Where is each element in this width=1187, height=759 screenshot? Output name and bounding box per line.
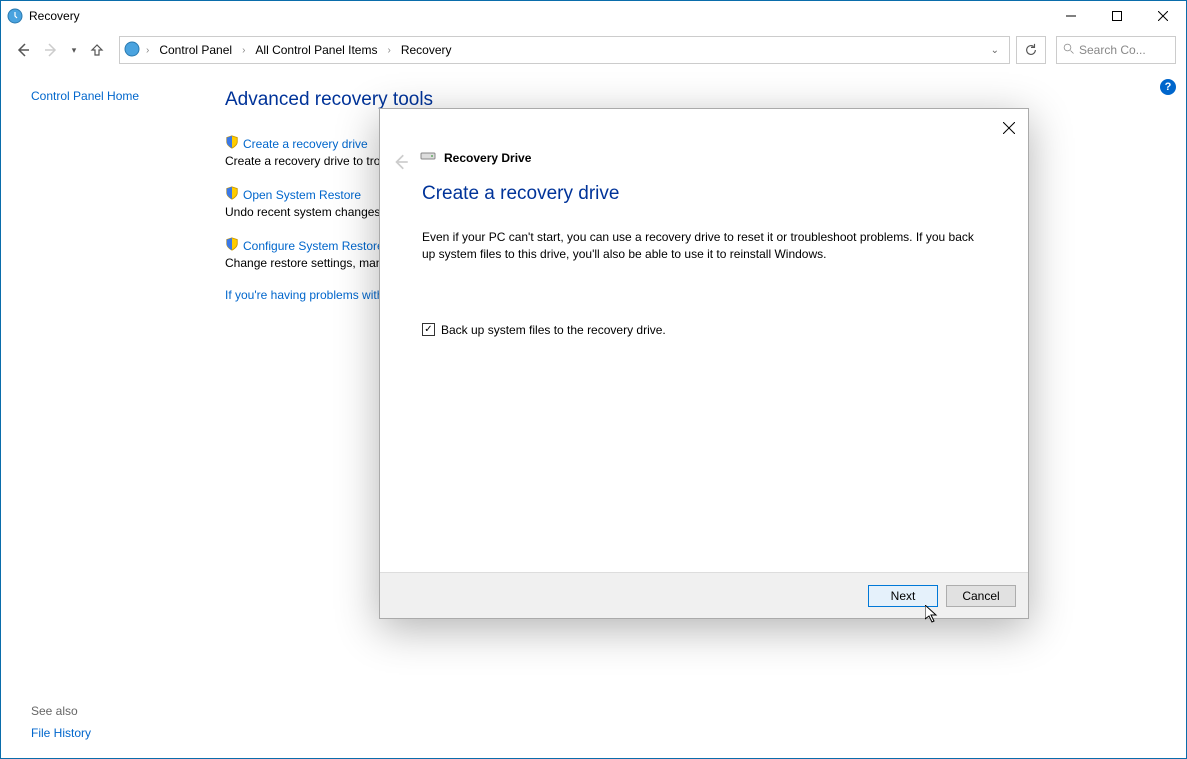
minimize-button[interactable]: [1048, 1, 1094, 31]
forward-button[interactable]: [39, 38, 63, 62]
close-button[interactable]: [1140, 1, 1186, 31]
search-input[interactable]: Search Co...: [1056, 36, 1176, 64]
dialog-back-button: [392, 153, 410, 176]
refresh-button[interactable]: [1016, 36, 1046, 64]
dialog-top: Recovery Drive: [380, 109, 1028, 159]
back-button[interactable]: [11, 38, 35, 62]
file-history-link[interactable]: File History: [31, 726, 91, 740]
dialog-header: Recovery Drive: [380, 149, 1028, 167]
chevron-right-icon: ›: [242, 45, 245, 56]
nav-bar: ▾ › Control Panel › All Control Panel It…: [1, 31, 1186, 69]
shield-icon: [225, 186, 239, 203]
breadcrumb-item[interactable]: Recovery: [397, 41, 456, 59]
address-bar[interactable]: › Control Panel › All Control Panel Item…: [119, 36, 1010, 64]
checkbox-label: Back up system files to the recovery dri…: [441, 323, 666, 337]
search-placeholder: Search Co...: [1079, 43, 1146, 57]
dialog-body: Create a recovery drive Even if your PC …: [380, 159, 1028, 572]
tool-link-label: Configure System Restore: [243, 239, 384, 253]
backup-checkbox[interactable]: ✓ Back up system files to the recovery d…: [422, 323, 986, 337]
drive-icon: [420, 149, 436, 167]
see-also-header: See also: [31, 704, 91, 718]
address-dropdown[interactable]: ⌄: [985, 45, 1005, 56]
sidebar: Control Panel Home: [1, 89, 211, 758]
cancel-button[interactable]: Cancel: [946, 585, 1016, 607]
recovery-icon: [124, 41, 140, 60]
breadcrumb-item[interactable]: Control Panel: [155, 41, 236, 59]
dialog-header-title: Recovery Drive: [444, 151, 531, 165]
shield-icon: [225, 135, 239, 152]
dialog-footer: Next Cancel: [380, 572, 1028, 618]
recent-dropdown[interactable]: ▾: [67, 38, 81, 62]
chevron-right-icon: ›: [146, 45, 149, 56]
breadcrumb-item[interactable]: All Control Panel Items: [251, 41, 381, 59]
help-icon[interactable]: ?: [1160, 79, 1176, 95]
tool-link-label: Open System Restore: [243, 188, 361, 202]
window-title: Recovery: [29, 9, 80, 23]
see-also: See also File History: [31, 704, 91, 740]
maximize-button[interactable]: [1094, 1, 1140, 31]
up-button[interactable]: [85, 38, 109, 62]
shield-icon: [225, 237, 239, 254]
recovery-drive-dialog: Recovery Drive Create a recovery drive E…: [379, 108, 1029, 619]
next-button[interactable]: Next: [868, 585, 938, 607]
chevron-right-icon: ›: [387, 45, 390, 56]
control-panel-home-link[interactable]: Control Panel Home: [31, 89, 211, 103]
search-icon: [1063, 43, 1075, 58]
title-bar: Recovery: [1, 1, 1186, 31]
dialog-close-button[interactable]: [996, 115, 1022, 141]
dialog-title: Create a recovery drive: [422, 183, 986, 205]
recovery-icon: [7, 8, 23, 24]
tool-link-label: Create a recovery drive: [243, 137, 368, 151]
checkbox-icon: ✓: [422, 323, 435, 336]
dialog-description: Even if your PC can't start, you can use…: [422, 229, 986, 263]
